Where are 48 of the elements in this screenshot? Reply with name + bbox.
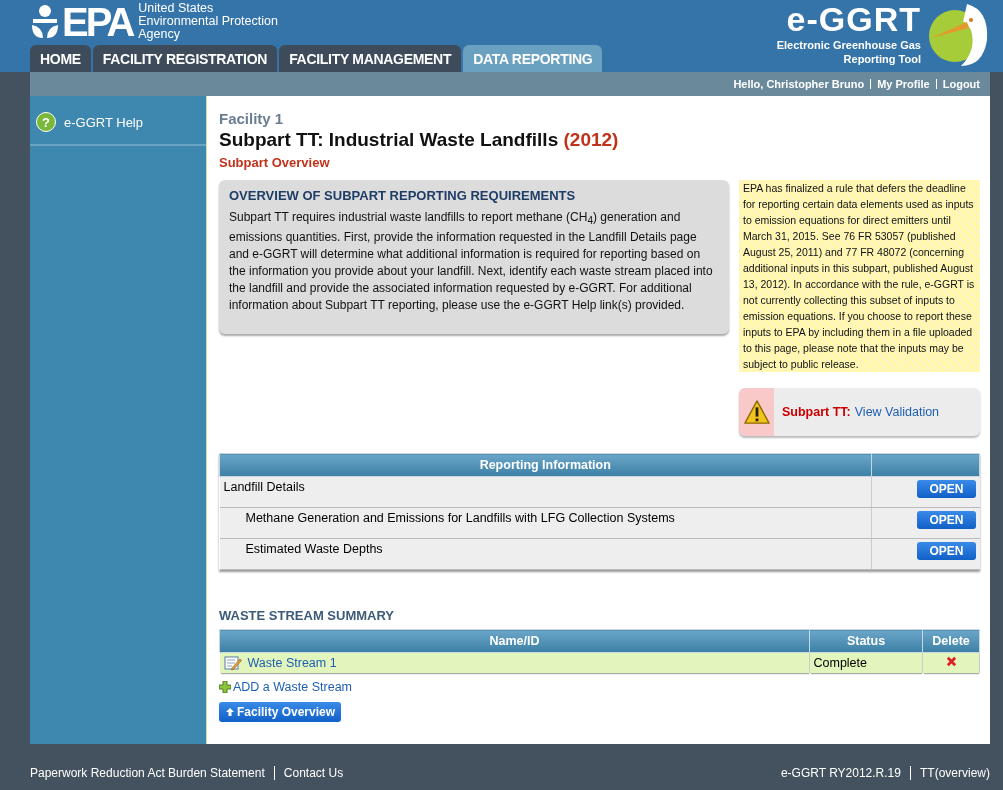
column-header: Delete	[922, 629, 980, 653]
overview-heading: OVERVIEW OF SUBPART REPORTING REQUIREMENTS	[229, 188, 577, 203]
open-button[interactable]: OPEN	[917, 480, 976, 498]
sidebar-item[interactable]: ? e-GGRT Help	[30, 96, 206, 146]
overview-text: Subpart TT requires industrial waste landfills to report methane (CH$_{4}$) generation and emissions quantities. First, provide the information requested in the Landfill Details page and e-GGRT will determine what additional information is required for reporting based on the information you provide about your landfill. Next, identify each waste stream placed into the landfill and provide the associated information requested by e-GGRT. For additional information about Subpart TT reporting, please use the e-GGRT Help link(s) provided.	[229, 209, 714, 315]
delete-icon[interactable]	[945, 656, 957, 667]
app-name: Electronic Greenhouse Gas	[776, 38, 921, 52]
facility-name: Facility 1	[219, 110, 285, 127]
table-cell: Methane Generation and Emissions for Landfills with LFG Collection Systems	[219, 507, 871, 539]
section-heading: WASTE STREAM SUMMARY	[219, 608, 396, 623]
waste-stream-link[interactable]: Waste Stream 1	[247, 656, 337, 670]
agency-name: Environmental Protection	[138, 15, 278, 28]
column-header: Reporting Information	[219, 453, 871, 477]
arrow-up-icon	[225, 707, 235, 717]
open-button[interactable]: OPEN	[917, 542, 976, 560]
footer-text: e-GGRT RY2012.R.19	[780, 766, 901, 780]
facility-overview-button[interactable]: Facility Overview	[219, 702, 342, 722]
epa-flower-logo-icon	[30, 5, 60, 39]
warning-icon	[742, 399, 771, 425]
add-link[interactable]: ADD a Waste Stream	[219, 680, 352, 694]
footer-link[interactable]: Paperwork Reduction Act Burden Statement	[30, 766, 265, 780]
user-link[interactable]: My Profile	[877, 78, 930, 90]
agency-name: Agency	[138, 28, 181, 41]
agency-name: United States	[138, 2, 215, 15]
nav-tab[interactable]: HOME	[30, 45, 91, 72]
page-subtitle: Subpart Overview	[219, 155, 331, 170]
table-cell: Landfill Details	[219, 476, 871, 508]
epa-logo: EPA	[62, 2, 133, 42]
nav-tab[interactable]: FACILITY MANAGEMENT	[279, 45, 462, 72]
nav-tab[interactable]: FACILITY REGISTRATION	[92, 45, 278, 72]
footer-text: TT(overview)	[920, 766, 990, 780]
edit-icon[interactable]	[223, 655, 242, 671]
validation-link[interactable]: View Validation	[854, 405, 940, 419]
user-link[interactable]: Logout	[942, 78, 980, 90]
footer-link[interactable]: Contact Us	[283, 766, 344, 780]
plus-icon	[219, 681, 231, 693]
page-title: Subpart TT: Industrial Waste Landfills	[219, 129, 559, 150]
app-logo: e-GGRT	[786, 0, 921, 38]
nav-tab[interactable]: DATA REPORTING	[463, 45, 603, 72]
validation-label: Subpart TT:	[782, 405, 851, 419]
column-header: Name/ID	[219, 629, 810, 653]
app-name: Reporting Tool	[843, 52, 921, 66]
notice-text: EPA has finalized a rule that defers the deadline for reporting certain data elements used as inputs to emission equations for direct emitters until March 31, 2015. See 76 FR 53057 (published August 25, 2011) and 77 FR 48072 (concerning additional inputs in this subpart, published August 13, 2012). In accordance with the rule, e-GGRT is not currently collecting this subset of inputs to emission equations. If you choose to report these inputs to EPA by including them in a file uploaded to this page, please note that the inputs may be subject to public release.	[739, 180, 980, 372]
table-cell: Estimated Waste Depths	[219, 538, 871, 570]
column-header: Status	[809, 629, 923, 653]
reporting-year: (2012)	[563, 129, 619, 150]
open-button[interactable]: OPEN	[917, 511, 976, 529]
user-link[interactable]: Hello, Christopher Bruno	[733, 78, 865, 90]
